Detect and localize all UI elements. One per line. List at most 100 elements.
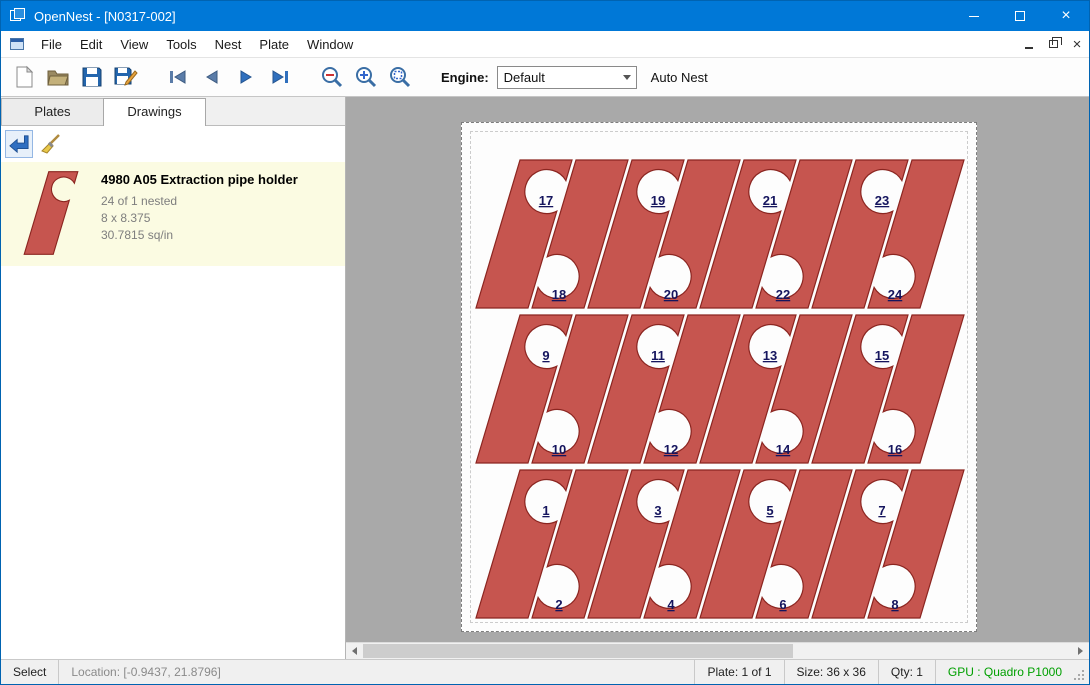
- part-number-15: 15: [875, 348, 889, 363]
- engine-selected-value: Default: [498, 70, 618, 85]
- part-number-9: 9: [542, 348, 549, 363]
- chevron-down-icon[interactable]: [618, 67, 636, 88]
- status-size: Size: 36 x 36: [784, 660, 878, 684]
- zoom-fit-icon: [388, 65, 412, 89]
- new-file-button[interactable]: [9, 62, 39, 92]
- status-bar: Select Location: [-0.9437, 21.8796] Plat…: [1, 659, 1089, 684]
- mdi-close-button[interactable]: ×: [1065, 34, 1089, 54]
- open-button[interactable]: [43, 62, 73, 92]
- zoom-in-button[interactable]: [351, 62, 381, 92]
- zoom-out-icon: [320, 65, 344, 89]
- import-drawing-button[interactable]: [5, 130, 33, 158]
- window-title: OpenNest - [N0317-002]: [34, 9, 176, 24]
- status-mode: Select: [1, 660, 59, 684]
- status-plate: Plate: 1 of 1: [694, 660, 783, 684]
- menu-nest[interactable]: Nest: [206, 33, 251, 56]
- sidebar: Plates Drawings: [1, 97, 346, 659]
- go-first-icon: [167, 68, 189, 86]
- part-number-8: 8: [891, 597, 898, 612]
- drawing-size: 8 x 8.375: [101, 210, 298, 227]
- scrollbar-track[interactable]: [363, 643, 1072, 659]
- mdi-minimize-button[interactable]: [1017, 34, 1041, 54]
- title-bar: OpenNest - [N0317-002] ×: [1, 1, 1089, 31]
- scroll-left-button[interactable]: [346, 643, 363, 659]
- part-number-7: 7: [878, 503, 885, 518]
- drawings-list-empty-area: [1, 266, 345, 659]
- tab-drawings[interactable]: Drawings: [103, 98, 206, 126]
- drawing-nested-count: 24 of 1 nested: [101, 193, 298, 210]
- sidebar-tabstrip: Plates Drawings: [1, 97, 345, 126]
- part-number-2: 2: [555, 597, 562, 612]
- main-toolbar: Engine: Default Auto Nest: [1, 58, 1089, 97]
- status-location: Location: [-0.9437, 21.8796]: [59, 660, 232, 684]
- clear-drawings-button[interactable]: [37, 130, 65, 158]
- go-last-icon: [269, 68, 291, 86]
- menu-tools[interactable]: Tools: [157, 33, 205, 56]
- part-number-18: 18: [552, 287, 566, 302]
- part-number-17: 17: [539, 193, 553, 208]
- engine-label: Engine:: [441, 70, 489, 85]
- go-next-icon: [235, 68, 257, 86]
- drawings-toolbar: [1, 126, 345, 162]
- app-window: OpenNest - [N0317-002] × File Edit View …: [0, 0, 1090, 685]
- broom-icon: [40, 133, 62, 155]
- nested-parts-layer: 171819202122232491011121314151612345678: [462, 123, 978, 633]
- go-last-button[interactable]: [265, 62, 295, 92]
- drawing-area: 30.7815 sq/in: [101, 227, 298, 244]
- open-folder-icon: [46, 66, 70, 88]
- scrollbar-thumb[interactable]: [363, 644, 793, 658]
- mdi-restore-button[interactable]: [1041, 34, 1065, 54]
- nest-canvas[interactable]: 171819202122232491011121314151612345678: [346, 97, 1089, 659]
- save-button[interactable]: [77, 62, 107, 92]
- horizontal-scrollbar[interactable]: [346, 642, 1089, 659]
- new-file-icon: [13, 65, 35, 89]
- auto-nest-button[interactable]: Auto Nest: [651, 70, 708, 85]
- go-previous-button[interactable]: [197, 62, 227, 92]
- scroll-right-button[interactable]: [1072, 643, 1089, 659]
- part-number-13: 13: [763, 348, 777, 363]
- part-number-6: 6: [779, 597, 786, 612]
- zoom-fit-button[interactable]: [385, 62, 415, 92]
- go-previous-icon: [201, 68, 223, 86]
- go-next-button[interactable]: [231, 62, 261, 92]
- drawing-title: 4980 A05 Extraction pipe holder: [101, 172, 298, 187]
- status-qty: Qty: 1: [878, 660, 935, 684]
- part-number-12: 12: [664, 442, 678, 457]
- zoom-in-icon: [354, 65, 378, 89]
- menu-edit[interactable]: Edit: [71, 33, 111, 56]
- resize-grip[interactable]: [1074, 670, 1086, 682]
- document-icon: [10, 38, 24, 50]
- zoom-out-button[interactable]: [317, 62, 347, 92]
- close-button[interactable]: ×: [1043, 1, 1089, 31]
- menu-plate[interactable]: Plate: [250, 33, 298, 56]
- part-number-23: 23: [875, 193, 889, 208]
- part-number-4: 4: [667, 597, 675, 612]
- part-number-21: 21: [763, 193, 777, 208]
- tab-plates[interactable]: Plates: [1, 98, 104, 125]
- menu-file[interactable]: File: [32, 33, 71, 56]
- blue-arrow-icon: [8, 134, 30, 154]
- part-number-10: 10: [552, 442, 566, 457]
- part-number-11: 11: [651, 348, 665, 363]
- plate-sheet: 171819202122232491011121314151612345678: [461, 122, 977, 632]
- menu-view[interactable]: View: [111, 33, 157, 56]
- maximize-button[interactable]: [997, 1, 1043, 31]
- save-as-button[interactable]: [111, 62, 141, 92]
- minimize-button[interactable]: [951, 1, 997, 31]
- status-gpu: GPU : Quadro P1000: [935, 660, 1074, 684]
- engine-select[interactable]: Default: [497, 66, 637, 89]
- part-number-14: 14: [776, 442, 791, 457]
- part-number-16: 16: [888, 442, 902, 457]
- part-number-1: 1: [542, 503, 549, 518]
- menu-window[interactable]: Window: [298, 33, 362, 56]
- part-number-3: 3: [654, 503, 661, 518]
- app-icon: [10, 8, 26, 24]
- part-number-5: 5: [766, 503, 773, 518]
- part-thumbnail: [11, 170, 91, 256]
- drawing-list-item[interactable]: 4980 A05 Extraction pipe holder 24 of 1 …: [1, 162, 345, 266]
- save-edit-icon: [114, 65, 138, 89]
- save-icon: [81, 66, 103, 88]
- part-number-20: 20: [664, 287, 678, 302]
- go-first-button[interactable]: [163, 62, 193, 92]
- part-number-22: 22: [776, 287, 790, 302]
